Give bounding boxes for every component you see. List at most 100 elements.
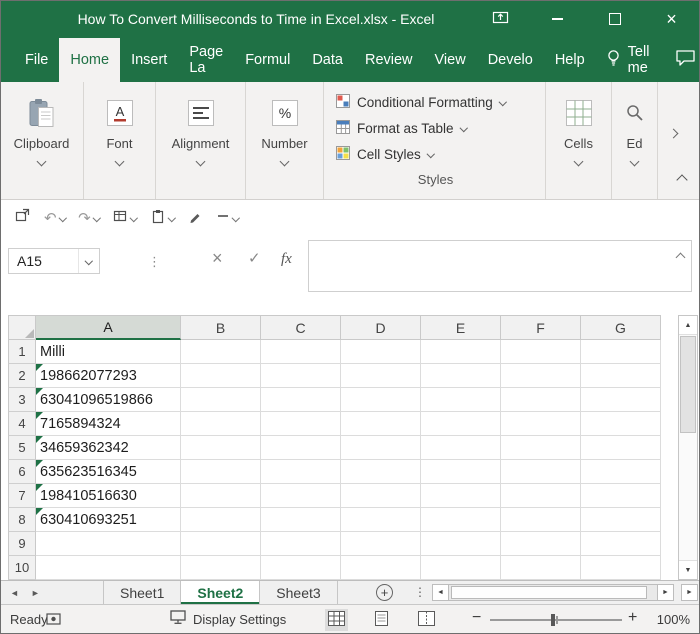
insert-function-button[interactable]: fx <box>281 251 292 268</box>
cell-D5[interactable] <box>341 436 421 460</box>
select-all-corner[interactable] <box>8 315 36 340</box>
cell-B5[interactable] <box>181 436 261 460</box>
table-dropdown-button[interactable] <box>108 205 141 232</box>
cell-A8[interactable]: 630410693251 <box>36 508 181 532</box>
customize-toolbar-button[interactable] <box>212 206 243 230</box>
macro-record-button[interactable] <box>46 613 61 629</box>
column-header-b[interactable]: B <box>181 315 261 340</box>
cell-A1[interactable]: Milli <box>36 340 181 364</box>
close-button[interactable]: × <box>643 0 700 38</box>
cell-A4[interactable]: 7165894324 <box>36 412 181 436</box>
ribbon-scroll-right-icon[interactable] <box>668 128 679 139</box>
cell-A6[interactable]: 635623516345 <box>36 460 181 484</box>
zoom-out-button[interactable]: − <box>472 610 481 626</box>
cell-E6[interactable] <box>421 460 501 484</box>
cell-A9[interactable] <box>36 532 181 556</box>
horizontal-scroll-track[interactable] <box>449 584 657 601</box>
display-settings-button[interactable]: Display Settings <box>170 610 286 628</box>
cell-F3[interactable] <box>501 388 581 412</box>
cell-B4[interactable] <box>181 412 261 436</box>
conditional-formatting-button[interactable]: Conditional Formatting <box>336 89 507 115</box>
cell-C10[interactable] <box>261 556 341 580</box>
comments-button[interactable] <box>659 38 700 82</box>
paste-dropdown-button[interactable] <box>146 205 179 232</box>
cell-B2[interactable] <box>181 364 261 388</box>
row-header-2[interactable]: 2 <box>8 364 36 388</box>
cell-C8[interactable] <box>261 508 341 532</box>
cell-F10[interactable] <box>501 556 581 580</box>
cell-F4[interactable] <box>501 412 581 436</box>
cell-styles-button[interactable]: Cell Styles <box>336 141 505 167</box>
cell-D3[interactable] <box>341 388 421 412</box>
cell-F1[interactable] <box>501 340 581 364</box>
cell-E3[interactable] <box>421 388 501 412</box>
cell-C1[interactable] <box>261 340 341 364</box>
tell-me-button[interactable]: Tell me <box>596 38 660 82</box>
ribbon-tab-help[interactable]: Help <box>544 38 596 82</box>
tab-strip-options[interactable]: ⋮ <box>414 585 426 599</box>
cell-E7[interactable] <box>421 484 501 508</box>
column-header-c[interactable]: C <box>261 315 341 340</box>
cell-B3[interactable] <box>181 388 261 412</box>
column-header-e[interactable]: E <box>421 315 501 340</box>
cell-C3[interactable] <box>261 388 341 412</box>
row-header-9[interactable]: 9 <box>8 532 36 556</box>
cell-B7[interactable] <box>181 484 261 508</box>
scroll-right-button[interactable]: ► <box>657 584 674 601</box>
cell-D6[interactable] <box>341 460 421 484</box>
cell-E8[interactable] <box>421 508 501 532</box>
sheet-tab-sheet2[interactable]: Sheet2 <box>181 581 261 604</box>
cell-E4[interactable] <box>421 412 501 436</box>
row-header-8[interactable]: 8 <box>8 508 36 532</box>
redo-button[interactable]: ↷ <box>74 208 103 229</box>
cell-G3[interactable] <box>581 388 661 412</box>
row-header-10[interactable]: 10 <box>8 556 36 580</box>
ribbon-tab-data[interactable]: Data <box>301 38 354 82</box>
font-group-button[interactable]: A Font <box>84 82 156 199</box>
cell-A10[interactable] <box>36 556 181 580</box>
row-header-4[interactable]: 4 <box>8 412 36 436</box>
cell-D1[interactable] <box>341 340 421 364</box>
minimize-button[interactable] <box>529 0 586 38</box>
column-header-f[interactable]: F <box>501 315 581 340</box>
column-header-a[interactable]: A <box>36 315 181 340</box>
cell-A2[interactable]: 198662077293 <box>36 364 181 388</box>
enter-button[interactable]: ✓ <box>248 251 261 266</box>
cell-G4[interactable] <box>581 412 661 436</box>
horizontal-scroll-thumb[interactable] <box>451 586 647 599</box>
sheet-tab-sheet1[interactable]: Sheet1 <box>103 581 182 604</box>
cell-B9[interactable] <box>181 532 261 556</box>
cell-B1[interactable] <box>181 340 261 364</box>
formula-bar-resizer[interactable]: ⋮ <box>148 254 161 270</box>
cell-G2[interactable] <box>581 364 661 388</box>
cell-D2[interactable] <box>341 364 421 388</box>
cell-A3[interactable]: 63041096519866 <box>36 388 181 412</box>
row-header-7[interactable]: 7 <box>8 484 36 508</box>
cell-G6[interactable] <box>581 460 661 484</box>
previous-sheet-button[interactable]: ◄ <box>10 588 19 598</box>
ribbon-tab-insert[interactable]: Insert <box>120 38 178 82</box>
cell-C9[interactable] <box>261 532 341 556</box>
column-header-g[interactable]: G <box>581 315 661 340</box>
ribbon-tab-file[interactable]: File <box>14 38 59 82</box>
ribbon-tab-page-la[interactable]: Page La <box>178 38 234 82</box>
collapse-formula-bar-button[interactable] <box>675 248 686 266</box>
pen-mode-button[interactable] <box>183 205 207 232</box>
scroll-down-button[interactable]: ▼ <box>679 560 697 579</box>
ribbon-tab-develo[interactable]: Develo <box>477 38 544 82</box>
next-sheet-button[interactable]: ► <box>31 588 40 598</box>
row-header-1[interactable]: 1 <box>8 340 36 364</box>
cell-F9[interactable] <box>501 532 581 556</box>
cell-B10[interactable] <box>181 556 261 580</box>
maximize-button[interactable] <box>586 0 643 38</box>
cell-F5[interactable] <box>501 436 581 460</box>
vertical-scroll-thumb[interactable] <box>680 336 696 433</box>
cell-E10[interactable] <box>421 556 501 580</box>
cell-C5[interactable] <box>261 436 341 460</box>
cell-F6[interactable] <box>501 460 581 484</box>
ribbon-tab-formul[interactable]: Formul <box>234 38 301 82</box>
cell-G10[interactable] <box>581 556 661 580</box>
cell-F2[interactable] <box>501 364 581 388</box>
name-box[interactable]: A15 <box>8 248 100 274</box>
cell-C6[interactable] <box>261 460 341 484</box>
